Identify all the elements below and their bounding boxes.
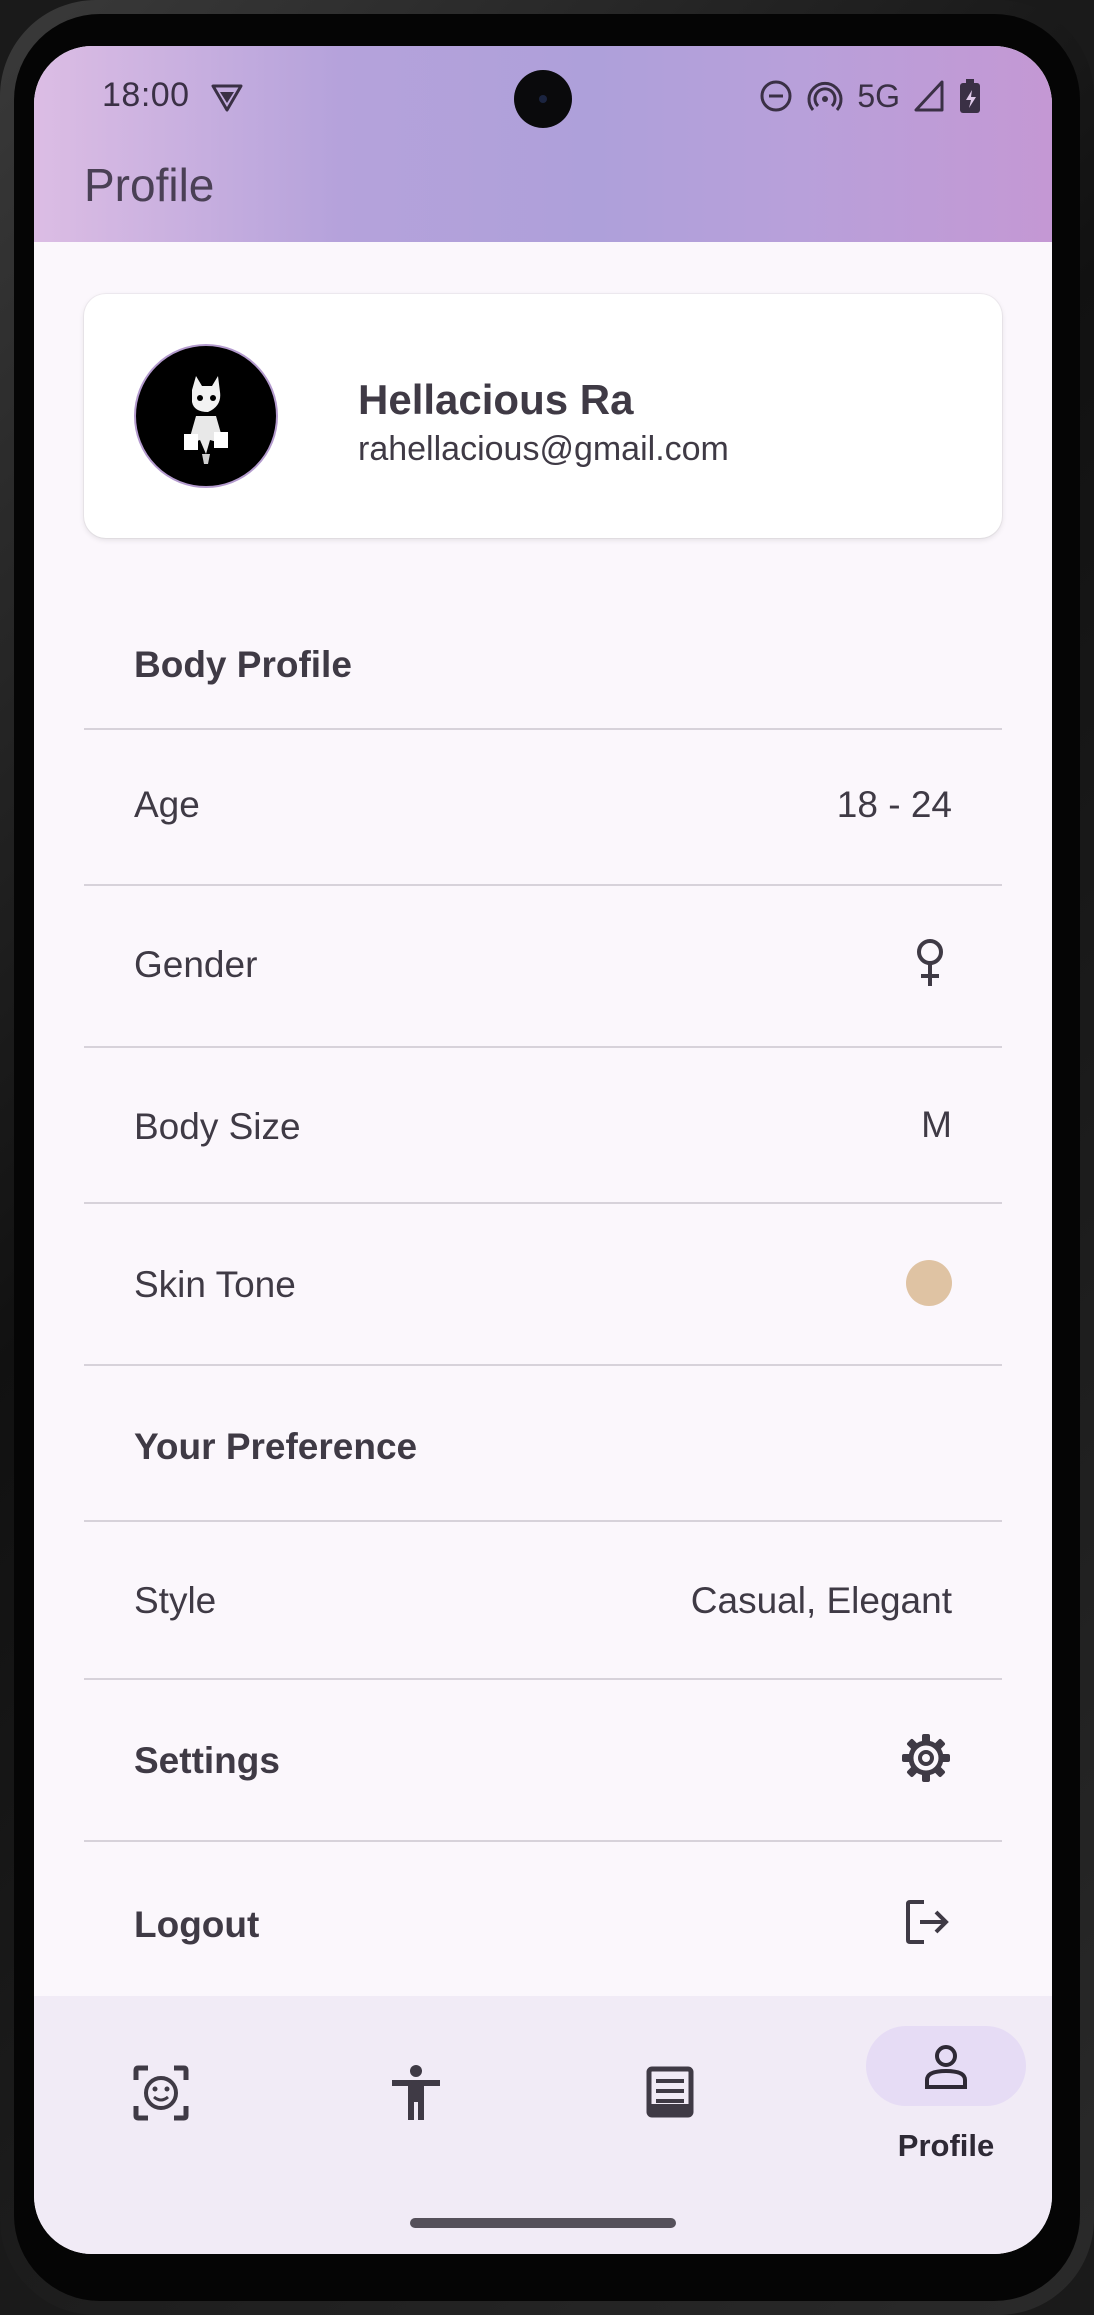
front-camera bbox=[514, 70, 572, 128]
logout-icon bbox=[906, 1900, 949, 1944]
row-gender[interactable]: Gender bbox=[84, 886, 1002, 1048]
battery-icon bbox=[960, 79, 980, 113]
settings-label: Settings bbox=[134, 1740, 280, 1781]
skin-tone-label: Skin Tone bbox=[134, 1264, 296, 1305]
nav-item-profile[interactable]: Profile bbox=[796, 1996, 1052, 2196]
nav-item-body[interactable] bbox=[288, 1996, 542, 2196]
dnd-icon bbox=[760, 80, 792, 112]
female-icon bbox=[917, 939, 943, 986]
face-scan-icon bbox=[133, 2065, 189, 2121]
user-name: Hellacious Ra bbox=[358, 376, 634, 423]
row-skin-tone[interactable]: Skin Tone bbox=[84, 1204, 1002, 1366]
status-bar: 18:00 5G bbox=[34, 46, 1052, 146]
list-icon bbox=[646, 2066, 694, 2118]
section-body-profile: Body Profile bbox=[84, 584, 1002, 730]
bottom-navigation: Profile bbox=[34, 1996, 1052, 2254]
nav-label-profile: Profile bbox=[897, 2128, 995, 2163]
section-title: Body Profile bbox=[134, 644, 352, 685]
body-size-value: M bbox=[921, 1104, 952, 1145]
row-body-size[interactable]: Body Size M bbox=[84, 1048, 1002, 1204]
style-value: Casual, Elegant bbox=[690, 1580, 952, 1621]
gear-icon bbox=[902, 1734, 950, 1782]
user-email: rahellacious@gmail.com bbox=[358, 430, 729, 468]
status-time: 18:00 bbox=[102, 76, 190, 114]
vpn-icon bbox=[211, 84, 243, 112]
section-title: Your Preference bbox=[134, 1426, 418, 1467]
age-label: Age bbox=[134, 784, 200, 825]
row-style[interactable]: Style Casual, Elegant bbox=[84, 1522, 1002, 1680]
hotspot-icon bbox=[807, 81, 843, 111]
user-card[interactable]: Hellacious Ra rahellacious@gmail.com bbox=[84, 294, 1002, 538]
page-title: Profile bbox=[84, 159, 215, 211]
signal-icon bbox=[914, 80, 944, 112]
section-your-preference: Your Preference bbox=[84, 1366, 1002, 1522]
row-settings[interactable]: Settings bbox=[84, 1680, 1002, 1842]
age-value: 18 - 24 bbox=[836, 784, 952, 825]
home-indicator[interactable] bbox=[410, 2218, 676, 2228]
status-icons: 5G bbox=[759, 76, 984, 116]
network-type: 5G bbox=[857, 77, 900, 114]
style-label: Style bbox=[134, 1580, 217, 1621]
avatar[interactable] bbox=[134, 344, 278, 488]
gender-label: Gender bbox=[134, 944, 258, 985]
row-logout[interactable]: Logout bbox=[84, 1842, 1002, 1996]
person-icon bbox=[925, 2045, 967, 2089]
nav-item-face-scan[interactable] bbox=[34, 1996, 288, 2196]
app-header: 18:00 5G Profile bbox=[34, 46, 1052, 242]
nav-item-list[interactable] bbox=[542, 1996, 796, 2196]
body-size-label: Body Size bbox=[134, 1106, 301, 1147]
screen: 18:00 5G Profile Hellacious Ra rahellaci… bbox=[34, 46, 1052, 2254]
logout-label: Logout bbox=[134, 1904, 260, 1945]
skin-tone-swatch bbox=[906, 1260, 952, 1306]
body-icon bbox=[392, 2065, 440, 2120]
avatar-image bbox=[184, 376, 228, 464]
row-age[interactable]: Age 18 - 24 bbox=[84, 730, 1002, 886]
